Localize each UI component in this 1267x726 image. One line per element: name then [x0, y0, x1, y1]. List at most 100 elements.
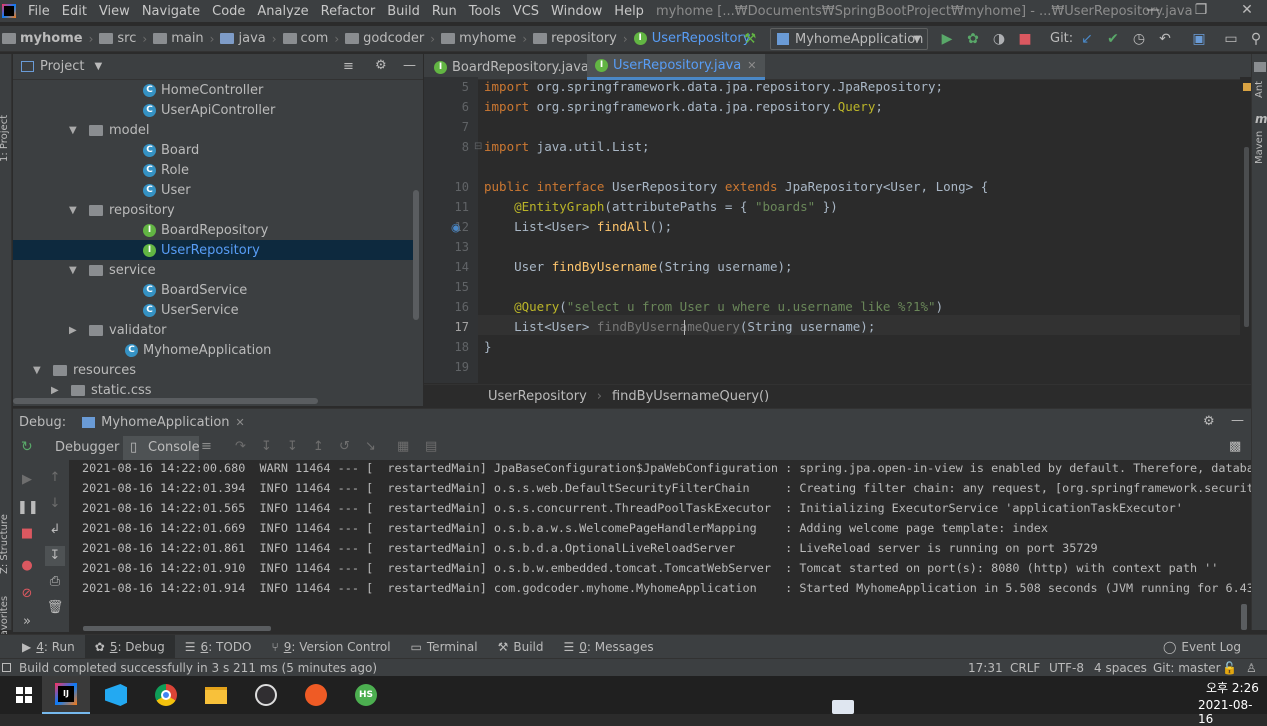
- run-config-select[interactable]: MyhomeApplication ▼: [770, 28, 928, 50]
- project-tool-label[interactable]: 1: Project: [0, 115, 10, 162]
- stop-icon[interactable]: ■: [17, 524, 37, 544]
- layout-icon[interactable]: ▩: [1229, 439, 1241, 454]
- tool-tab-todo[interactable]: ☰ 6: TODO: [175, 635, 262, 659]
- editor-scroll-thumb[interactable]: [1244, 147, 1249, 327]
- menu-build[interactable]: Build: [381, 4, 426, 19]
- editor-scrollbar[interactable]: [1240, 77, 1251, 383]
- close-tab-icon[interactable]: ✕: [236, 416, 245, 429]
- expanded-arrow-icon[interactable]: ▼: [69, 205, 81, 216]
- build-hammer-icon[interactable]: ⚒: [740, 30, 760, 48]
- close-window-icon[interactable]: ✕: [1224, 0, 1267, 22]
- gear-icon[interactable]: ⚙: [1203, 414, 1215, 429]
- tool-tab-version-control[interactable]: ⑂ 9: Version Control: [262, 635, 401, 659]
- step-into-icon[interactable]: ↧: [261, 439, 272, 454]
- menu-vcs[interactable]: VCS: [507, 4, 545, 19]
- intellij-taskbar-icon[interactable]: IJ: [42, 676, 90, 714]
- resume-icon[interactable]: ▶: [17, 470, 37, 490]
- arrow-up-icon[interactable]: ↑: [45, 468, 65, 488]
- arrow-down-icon[interactable]: ↓: [45, 494, 65, 514]
- evaluate-icon[interactable]: ▦: [397, 439, 409, 454]
- status-toggle-icon[interactable]: [2, 663, 11, 672]
- stop-icon[interactable]: ■: [1015, 30, 1035, 48]
- crumb-project[interactable]: myhome: [0, 31, 83, 46]
- tree-item-static-css[interactable]: ▶ static.css: [13, 380, 413, 398]
- more-icon[interactable]: »: [17, 612, 37, 632]
- console-vertical-scrollbar[interactable]: [1241, 604, 1247, 630]
- coverage-icon[interactable]: ◑: [989, 30, 1009, 48]
- ant-tool-label[interactable]: Ant: [1254, 81, 1265, 98]
- crumb-godcoder[interactable]: godcoder: [339, 31, 424, 46]
- project-structure-icon[interactable]: ▣: [1189, 30, 1209, 48]
- tool-tab-build[interactable]: ⚒ Build: [488, 635, 554, 659]
- debug-bug-icon[interactable]: ✿: [963, 30, 983, 48]
- debug-session-tab[interactable]: MyhomeApplication: [101, 415, 229, 430]
- console-horizontal-scrollbar[interactable]: [83, 626, 271, 631]
- menu-navigate[interactable]: Navigate: [136, 4, 206, 19]
- search-icon[interactable]: ⚲: [1246, 30, 1266, 48]
- line-separator[interactable]: CRLF: [1010, 661, 1040, 675]
- postman-taskbar-icon[interactable]: [292, 676, 340, 714]
- tree-item-role[interactable]: C Role: [13, 160, 413, 180]
- clear-all-icon[interactable]: 🗑: [45, 598, 65, 618]
- hide-panel-icon[interactable]: —: [1231, 413, 1244, 428]
- tree-item-resources[interactable]: ▼ resources: [13, 360, 413, 380]
- soft-wrap-icon[interactable]: ↲: [45, 520, 65, 540]
- force-step-into-icon[interactable]: ↧: [287, 439, 298, 454]
- menu-edit[interactable]: Edit: [56, 4, 93, 19]
- breadcrumb-method[interactable]: findByUsernameQuery(): [612, 389, 769, 404]
- taskbar-date[interactable]: 2021-08-16: [1198, 698, 1267, 726]
- tree-item-myhomeapplication[interactable]: C MyhomeApplication: [13, 340, 413, 360]
- run-to-cursor-icon[interactable]: ↘: [365, 439, 376, 454]
- collapse-all-icon[interactable]: ≡: [343, 59, 354, 74]
- rerun-icon[interactable]: ↻: [21, 439, 33, 455]
- event-log-button[interactable]: ◯ Event Log: [1153, 635, 1251, 659]
- crumb-java[interactable]: java: [214, 31, 266, 46]
- git-update-icon[interactable]: ↙: [1077, 30, 1097, 48]
- crumb-com[interactable]: com: [277, 31, 328, 46]
- mute-breakpoints-icon[interactable]: ⊘: [17, 584, 37, 604]
- tree-item-model[interactable]: ▼ model: [13, 120, 413, 140]
- collapsed-arrow-icon[interactable]: ▶: [69, 325, 81, 336]
- menu-file[interactable]: File: [22, 4, 56, 19]
- trace-icon[interactable]: ▤: [425, 439, 437, 454]
- lock-icon[interactable]: 🔓: [1222, 661, 1237, 675]
- collapsed-arrow-icon[interactable]: ▶: [51, 385, 63, 396]
- tool-tab-messages[interactable]: ☰ 0: Messages: [554, 635, 664, 659]
- tree-item-userservice[interactable]: C UserService: [13, 300, 413, 320]
- heidisql-taskbar-icon[interactable]: HS: [342, 676, 390, 714]
- tab-console[interactable]: Console: [148, 440, 200, 455]
- menu-analyze[interactable]: Analyze: [251, 4, 314, 19]
- maven-tool-label[interactable]: Maven: [1254, 131, 1265, 164]
- console-output[interactable]: 2021-08-16 14:22:00.680 WARN 11464 --- […: [69, 460, 1251, 632]
- menu-help[interactable]: Help: [608, 4, 650, 19]
- tree-item-homecontroller[interactable]: C HomeController: [13, 80, 413, 100]
- status-message[interactable]: Build completed successfully in 3 s 211 …: [19, 661, 377, 675]
- chrome-taskbar-icon[interactable]: [142, 676, 190, 714]
- code-editor[interactable]: import org.springframework.data.jpa.repo…: [478, 77, 1240, 383]
- tool-tab-terminal[interactable]: ▭ Terminal: [401, 635, 488, 659]
- tree-item-userapicontroller[interactable]: C UserApiController: [13, 100, 413, 120]
- menu-run[interactable]: Run: [426, 4, 463, 19]
- gear-icon[interactable]: ⚙: [375, 58, 387, 73]
- windows-start-icon[interactable]: [0, 676, 48, 714]
- pause-icon[interactable]: ❚❚: [17, 498, 39, 518]
- history-icon[interactable]: ◷: [1129, 30, 1149, 48]
- git-branch[interactable]: Git: master: [1153, 661, 1221, 675]
- tree-item-validator[interactable]: ▶ validator: [13, 320, 413, 340]
- menu-tools[interactable]: Tools: [463, 4, 507, 19]
- implementation-marker-icon[interactable]: ◉: [451, 221, 461, 234]
- crumb-myhome[interactable]: myhome: [435, 31, 516, 46]
- warning-marker-icon[interactable]: [1243, 83, 1251, 91]
- notification-popup-icon[interactable]: [832, 700, 854, 714]
- tool-tab-run[interactable]: ▶ 4: Run: [12, 635, 85, 659]
- minimize-icon[interactable]: —: [1130, 0, 1176, 22]
- tree-item-board[interactable]: C Board: [13, 140, 413, 160]
- restore-icon[interactable]: ❐: [1178, 0, 1224, 22]
- expanded-arrow-icon[interactable]: ▼: [69, 125, 81, 136]
- tab-debugger[interactable]: Debugger: [55, 440, 119, 455]
- tree-item-repository[interactable]: ▼ repository: [13, 200, 413, 220]
- git-commit-icon[interactable]: ✔: [1103, 30, 1123, 48]
- tree-item-user[interactable]: C User: [13, 180, 413, 200]
- tree-item-service[interactable]: ▼ service: [13, 260, 413, 280]
- tree-horizontal-scrollbar[interactable]: [13, 398, 318, 404]
